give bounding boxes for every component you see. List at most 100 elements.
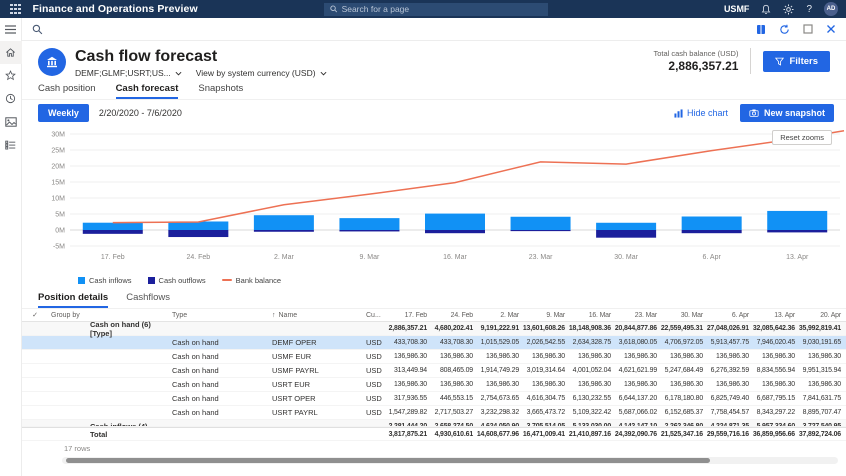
inflow-bar[interactable]	[339, 218, 400, 230]
legend-cash-inflows[interactable]: Cash inflows	[78, 276, 132, 285]
help-icon[interactable]: ?	[806, 4, 812, 15]
close-icon[interactable]	[826, 24, 836, 34]
hide-chart-link[interactable]: Hide chart	[674, 108, 728, 118]
sidebar-item-modules[interactable]	[0, 133, 22, 156]
outflow-bar[interactable]	[253, 230, 314, 232]
global-search-input[interactable]	[341, 4, 542, 14]
inflow-bar[interactable]	[510, 216, 571, 230]
inflow-bar[interactable]	[596, 222, 657, 230]
filters-button[interactable]: Filters	[763, 50, 830, 72]
total-row[interactable]: Total 3,817,875.21 4,930,610.61 14,608,677.…	[22, 427, 846, 441]
x-axis-tick-label: 6. Apr	[703, 254, 722, 261]
sidebar-item-home[interactable]	[0, 41, 22, 64]
amount-cell: 808,465.09	[440, 367, 473, 374]
page-search-icon[interactable]	[32, 24, 43, 35]
notifications-bell-icon[interactable]	[761, 4, 771, 15]
outflow-bar[interactable]	[82, 230, 143, 234]
table-row[interactable]: Cash on hand USMF PAYRL USD 313,449.94 808,4…	[22, 364, 846, 378]
sidebar-item-workspaces[interactable]	[0, 110, 22, 133]
outflow-bar[interactable]	[425, 230, 485, 234]
column-header-date[interactable]: 24. Feb	[430, 312, 476, 319]
amount-cell: 136,986.30	[440, 353, 473, 360]
view-by-selector[interactable]: View by system currency (USD)	[196, 68, 327, 78]
app-top-bar: Finance and Operations Preview USMF ? AD	[0, 0, 846, 18]
refresh-icon[interactable]	[779, 24, 790, 35]
detail-tabs: Position details Cashflows	[22, 288, 846, 308]
column-header-type[interactable]: Type	[164, 312, 264, 319]
column-header-date[interactable]: 20. Apr	[798, 312, 844, 319]
group-row[interactable]: Cash on hand (6) [Type] 2,886,357.21 4,680…	[22, 320, 846, 338]
tab-snapshots[interactable]: Snapshots	[198, 83, 243, 99]
column-header-date[interactable]: 13. Apr	[752, 312, 798, 319]
position-details-grid: ✓ Group by Type ↑ Name Cu... 17. Feb 24. …	[22, 308, 846, 455]
select-all-checkmark[interactable]: ✓	[22, 311, 48, 319]
maximize-icon[interactable]	[803, 24, 813, 34]
tab-cashflows[interactable]: Cashflows	[126, 292, 170, 308]
waffle-menu-icon[interactable]	[10, 3, 21, 15]
forecast-controls: Weekly 2/20/2020 - 7/6/2020 Hide chart N…	[22, 100, 846, 126]
column-header-date[interactable]: 2. Mar	[476, 312, 522, 319]
outflow-bar[interactable]	[339, 230, 400, 232]
column-header-date[interactable]: 16. Mar	[568, 312, 614, 319]
hamburger-menu-icon[interactable]	[0, 18, 22, 41]
amount-cell: 5,957,334.60	[756, 423, 796, 427]
column-header-date[interactable]: 23. Mar	[614, 312, 660, 319]
company-selector[interactable]: USMF	[724, 4, 750, 14]
sidebar-item-favorites[interactable]	[0, 64, 22, 87]
column-header-group-by[interactable]: Group by	[48, 312, 164, 319]
reset-zoom-button[interactable]: Reset zooms	[772, 130, 832, 145]
scrollbar-thumb[interactable]	[66, 458, 711, 463]
type-cell: Cash on hand	[172, 338, 219, 347]
column-header-date[interactable]: 30. Mar	[660, 312, 706, 319]
outflow-bar[interactable]	[168, 230, 229, 238]
outflow-bar[interactable]	[767, 230, 828, 233]
outflow-bar[interactable]	[681, 230, 742, 234]
legend-cash-outflows[interactable]: Cash outflows	[147, 276, 206, 285]
inflow-bar[interactable]	[425, 213, 485, 230]
funnel-icon	[775, 57, 785, 66]
table-row[interactable]: Cash on hand USRT OPER USD 317,936.55 446,55…	[22, 392, 846, 406]
clock-icon	[5, 93, 16, 104]
table-row[interactable]: Cash on hand USRT PAYRL USD 1,547,289.82 2,7…	[22, 406, 846, 420]
group-row[interactable]: Cash inflows (4) [Type] 2,281,444.20 2,658…	[22, 420, 846, 427]
task-guide-icon[interactable]	[756, 24, 766, 35]
amount-cell: 3,705,514.05	[526, 423, 566, 427]
forecast-chart[interactable]: 30M 25M 20M 15M 10M 5M 0M -5M 17. Feb 24. Feb 2. M…	[30, 128, 846, 268]
table-row[interactable]: Cash on hand USMF EUR USD 136,986.30 136,986…	[22, 350, 846, 364]
settings-gear-icon[interactable]	[783, 3, 794, 15]
column-header-currency[interactable]: Cu...	[360, 312, 384, 319]
currency-cell: USD	[366, 408, 382, 417]
global-search[interactable]	[324, 2, 548, 16]
bank-icon	[38, 48, 66, 76]
column-header-date[interactable]: 9. Mar	[522, 312, 568, 319]
inflow-bar[interactable]	[681, 216, 742, 230]
tab-position-details[interactable]: Position details	[38, 292, 109, 308]
inflow-bar[interactable]	[82, 222, 143, 230]
column-header-name[interactable]: ↑ Name	[264, 312, 360, 319]
amount-cell: 9,951,315.94	[802, 367, 842, 374]
column-header-date[interactable]: 17. Feb	[384, 312, 430, 319]
amount-cell: 136,986.30	[578, 353, 611, 360]
horizontal-scrollbar[interactable]	[62, 457, 838, 464]
tab-cash-position[interactable]: Cash position	[38, 83, 96, 99]
y-axis-tick-label: 0M	[55, 228, 65, 235]
sidebar-item-recent[interactable]	[0, 87, 22, 110]
legend-bank-balance[interactable]: Bank balance	[221, 276, 281, 285]
new-snapshot-button[interactable]: New snapshot	[739, 104, 834, 122]
balance-line[interactable]	[112, 130, 845, 224]
period-selector-button[interactable]: Weekly	[38, 104, 89, 122]
inflow-bar[interactable]	[253, 215, 314, 230]
group-label-cell: Total	[90, 429, 108, 439]
inflow-bar[interactable]	[767, 210, 828, 230]
tab-cash-forecast[interactable]: Cash forecast	[115, 83, 179, 99]
table-row[interactable]: Cash on hand USRT EUR USD 136,986.30 136,986…	[22, 378, 846, 392]
table-row[interactable]: Cash on hand DEMF OPER USD 433,708.30 433,70…	[22, 336, 846, 350]
outflow-bar[interactable]	[510, 230, 571, 232]
scope-selector[interactable]: DEMF;GLMF;USRT;US...	[75, 68, 182, 78]
outflow-bar[interactable]	[596, 230, 657, 238]
amount-cell: 4,930,610.61	[434, 430, 474, 438]
amount-cell: 3,618,080.05	[618, 339, 658, 346]
column-header-date[interactable]: 6. Apr	[706, 312, 752, 319]
amount-cell: 136,986.30	[762, 381, 795, 388]
avatar[interactable]: AD	[824, 2, 838, 16]
